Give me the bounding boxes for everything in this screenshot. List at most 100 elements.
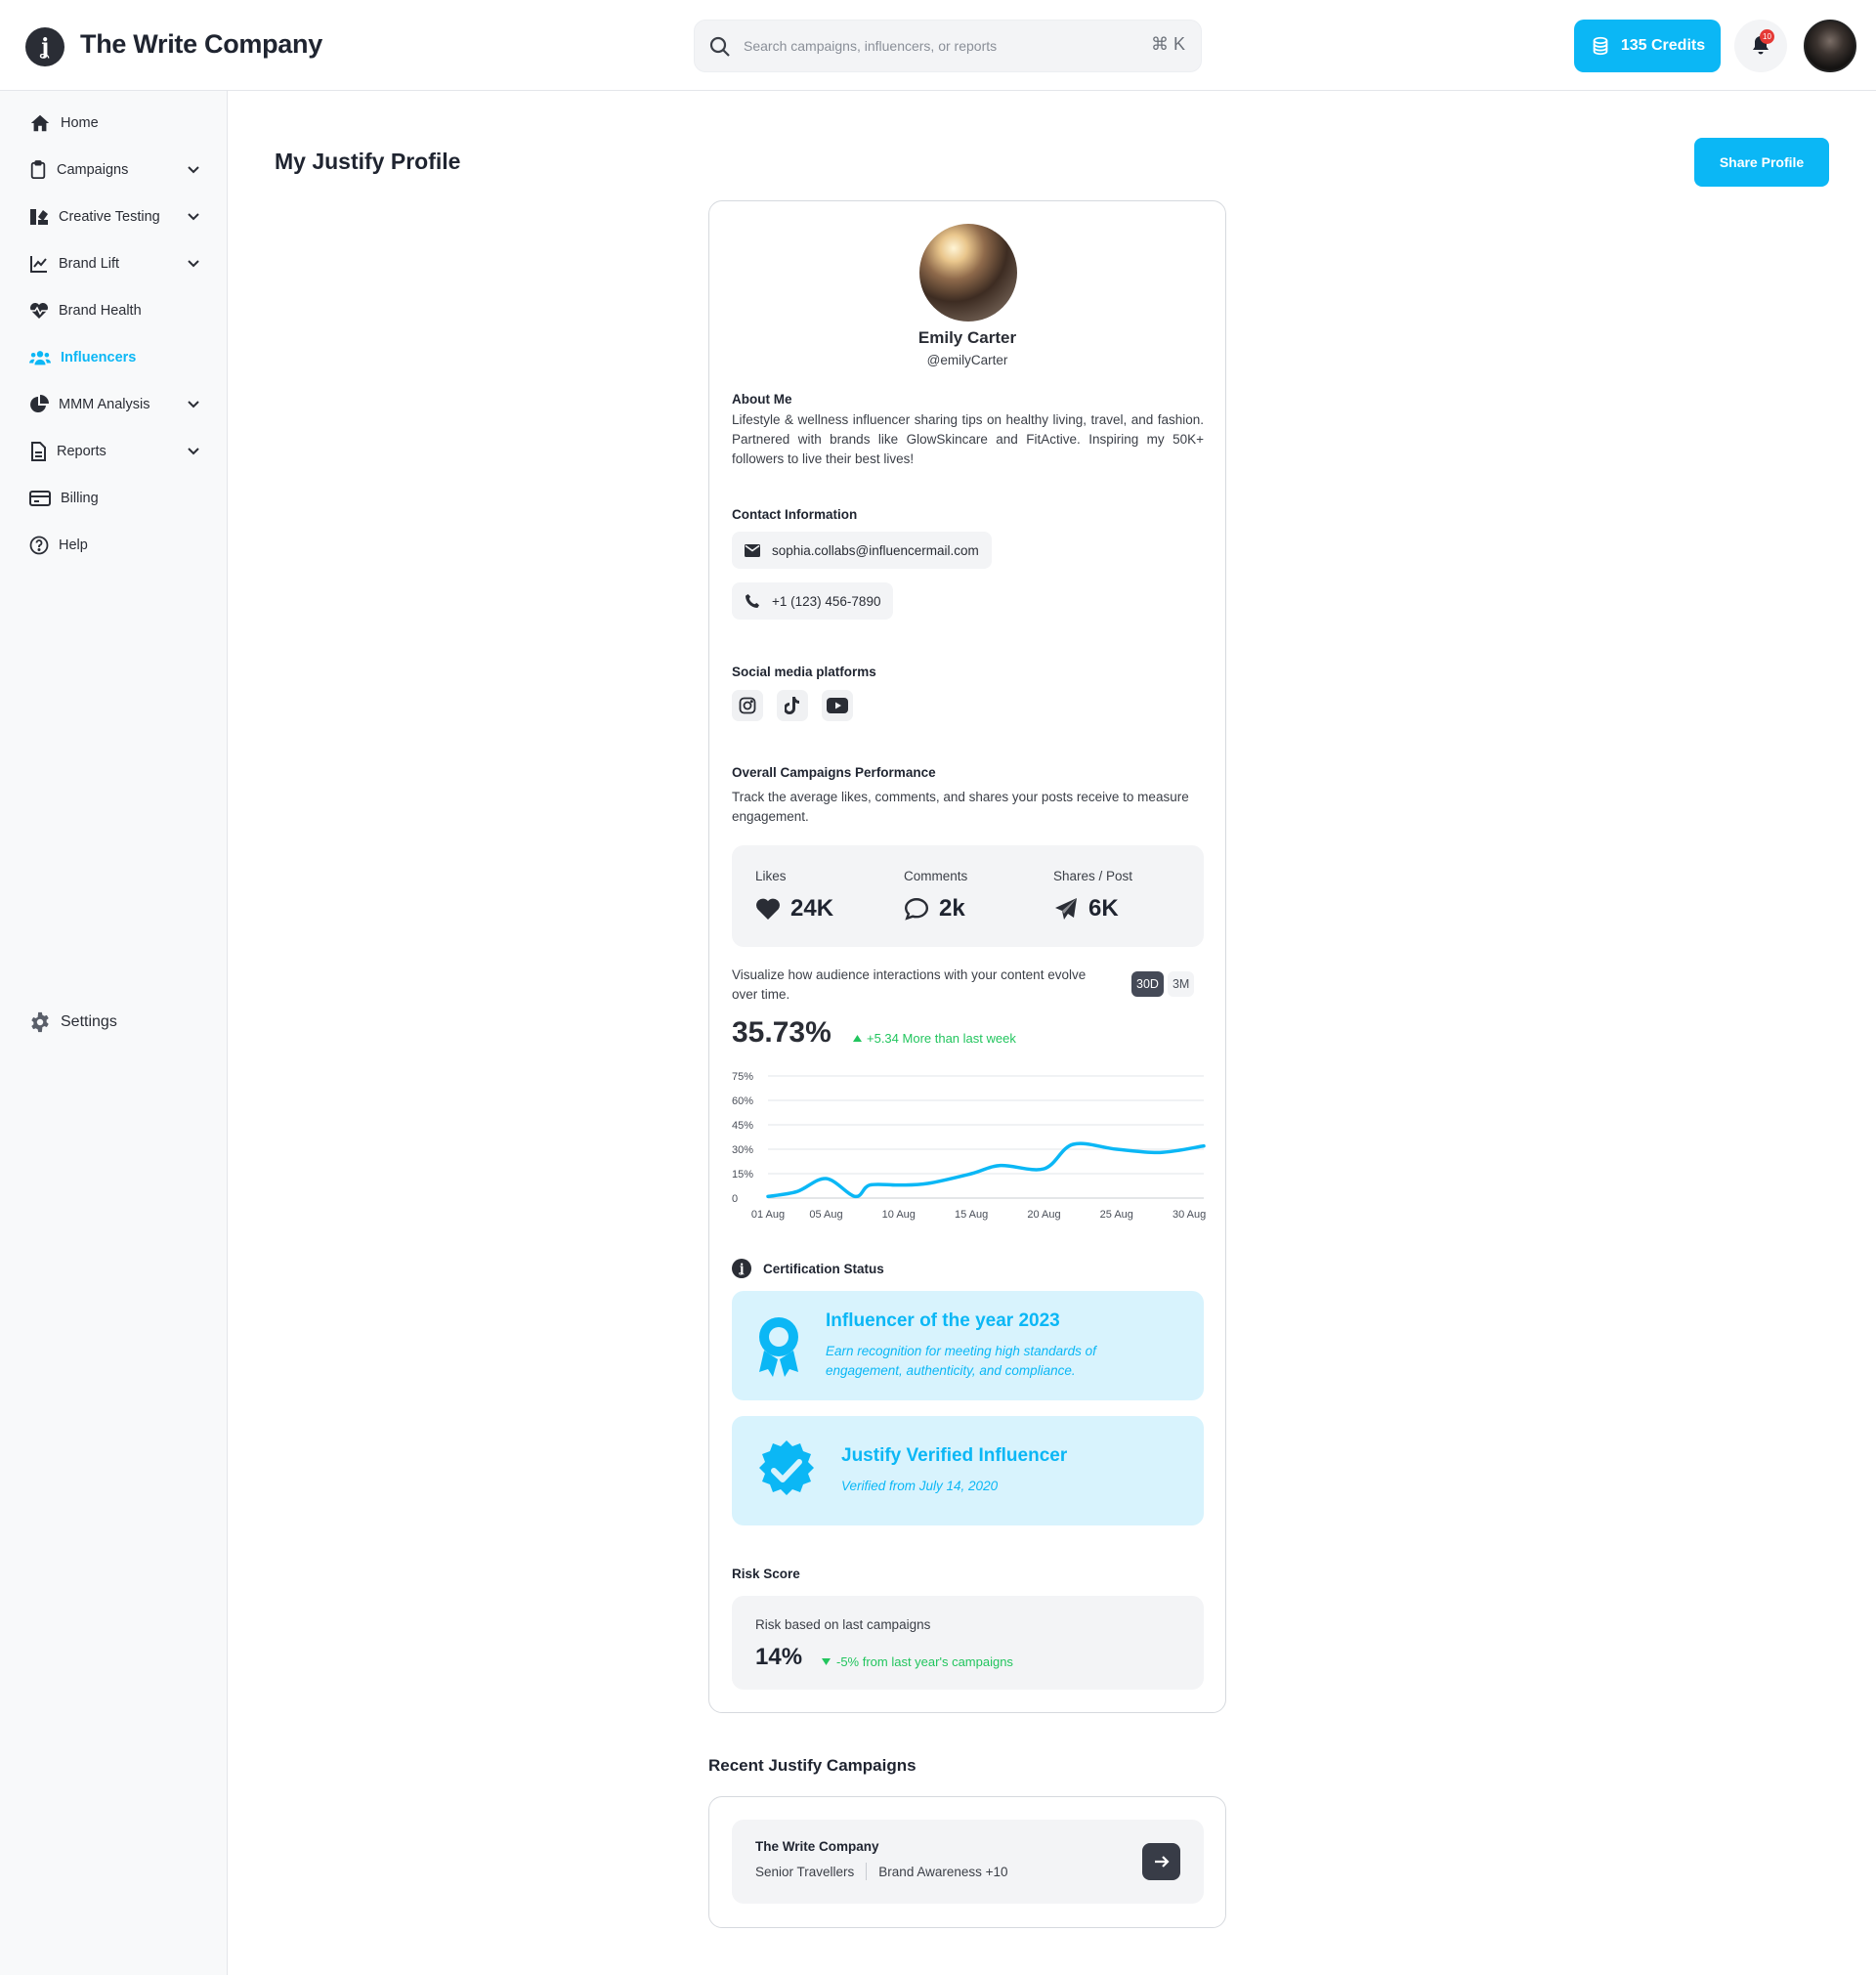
users-icon (29, 351, 51, 365)
chevron-down-icon[interactable] (187, 162, 200, 176)
y-tick-label: 75% (732, 1071, 753, 1083)
range-toggle: 30D 3M (1131, 971, 1195, 997)
sidebar-item-label: Brand Health (59, 303, 142, 319)
stat-label: Shares / Post (1053, 869, 1133, 883)
phone-icon (746, 594, 759, 608)
sidebar-item-reports[interactable]: Reports (29, 437, 200, 466)
chevron-down-icon[interactable] (187, 209, 200, 223)
y-tick-label: 30% (732, 1144, 753, 1156)
company-name: The Write Company (80, 29, 322, 59)
youtube-button[interactable] (822, 690, 853, 721)
x-tick-label: 10 Aug (882, 1209, 916, 1221)
verification-subtitle: Verified from July 14, 2020 (841, 1479, 999, 1493)
x-tick-label: 25 Aug (1100, 1209, 1133, 1221)
certification-title: Influencer of the year 2023 (826, 1310, 1060, 1331)
about-text: Lifestyle & wellness influencer sharing … (732, 412, 1204, 466)
sidebar-item-brand-health[interactable]: Brand Health (29, 296, 200, 325)
help-circle-icon (29, 536, 49, 555)
certification-header: ʝ Certification Status (732, 1259, 884, 1278)
chevron-down-icon[interactable] (187, 397, 200, 410)
open-campaign-button[interactable] (1142, 1843, 1180, 1880)
search-shortcut: ⌘ K (1150, 34, 1185, 54)
user-avatar[interactable] (1804, 20, 1856, 72)
phone-value: +1 (123) 456-7890 (772, 593, 881, 609)
engagement-delta-text: +5.34 More than last week (867, 1031, 1016, 1046)
performance-stats: Likes 24K Comments 2k Shares / Post 6K (732, 845, 1204, 947)
sidebar-item-creative-testing[interactable]: Creative Testing (29, 202, 200, 232)
sidebar-item-influencers[interactable]: Influencers (29, 343, 200, 372)
range-30d-button[interactable]: 30D (1131, 971, 1164, 997)
pie-chart-icon (30, 395, 49, 412)
range-3m-button[interactable]: 3M (1167, 971, 1195, 997)
y-tick-label: 0 (732, 1193, 738, 1205)
recent-campaigns-title: Recent Justify Campaigns (708, 1756, 917, 1775)
sidebar-item-label: Help (59, 537, 88, 553)
performance-description: Track the average likes, comments, and s… (732, 790, 1189, 824)
credit-card-icon (29, 491, 51, 506)
sidebar-item-billing[interactable]: Billing (29, 484, 200, 513)
campaign-meta: Senior Travellers Brand Awareness +10 (755, 1863, 1008, 1880)
heart-icon (756, 898, 780, 920)
company-logo-icon[interactable]: ʝ (25, 27, 64, 66)
verified-badge-icon (759, 1440, 814, 1495)
tiktok-button[interactable] (777, 690, 808, 721)
sidebar-item-mmm-analysis[interactable]: MMM Analysis (29, 390, 200, 419)
sidebar-item-label: Reports (57, 444, 107, 459)
creative-testing-icon (30, 209, 48, 225)
campaign-company: The Write Company (755, 1839, 879, 1854)
engagement-line-chart: 0 15% 30% 45% 60% 75% 01 Aug 05 Aug 10 Aug 15 Aug… (732, 1071, 1206, 1221)
sidebar-item-settings[interactable]: Settings (29, 1008, 200, 1037)
x-tick-label: 05 Aug (809, 1209, 842, 1221)
share-profile-button[interactable]: Share Profile (1694, 138, 1829, 187)
clipboard-icon (30, 160, 46, 179)
tiktok-icon (785, 697, 799, 714)
stat-label: Comments (904, 869, 968, 883)
campaign-row[interactable]: The Write Company Senior Travellers Bran… (732, 1820, 1204, 1904)
settings-label: Settings (61, 1013, 117, 1030)
sidebar-item-help[interactable]: Help (29, 531, 200, 560)
y-tick-label: 15% (732, 1169, 753, 1181)
sidebar-item-campaigns[interactable]: Campaigns (29, 155, 200, 185)
performance-label: Overall Campaigns Performance (732, 765, 936, 780)
search-box[interactable]: Search campaigns, influencers, or report… (694, 20, 1202, 72)
recent-campaigns-card: The Write Company Senior Travellers Bran… (708, 1796, 1226, 1928)
profile-name: Emily Carter (917, 328, 1017, 347)
y-tick-label: 60% (732, 1095, 753, 1107)
sidebar-item-label: Campaigns (57, 162, 129, 178)
risk-caption: Risk based on last campaigns (755, 1617, 931, 1632)
sidebar-item-label: Home (61, 115, 99, 131)
credits-label: 135 Credits (1620, 37, 1706, 54)
send-icon (1055, 898, 1077, 920)
instagram-icon (739, 697, 756, 714)
sidebar-item-home[interactable]: Home (29, 108, 200, 138)
heart-pulse-icon (30, 303, 48, 319)
justify-logo-icon: ʝ (732, 1259, 751, 1278)
coins-icon (1593, 36, 1608, 56)
sidebar-item-label: Creative Testing (59, 209, 160, 225)
risk-label: Risk Score (732, 1567, 800, 1581)
stat-likes: Likes 24K (755, 869, 833, 923)
sidebar-item-label: Influencers (61, 350, 137, 365)
search-icon (709, 36, 730, 57)
stat-label: Likes (755, 869, 787, 883)
email-chip[interactable]: sophia.collabs@influencermail.com (732, 532, 992, 569)
chevron-down-icon[interactable] (187, 444, 200, 457)
sidebar-item-label: Brand Lift (59, 256, 120, 272)
x-tick-label: 01 Aug (751, 1209, 785, 1221)
instagram-button[interactable] (732, 690, 763, 721)
social-label: Social media platforms (732, 665, 876, 679)
verification-title: Justify Verified Influencer (841, 1445, 1068, 1466)
email-value: sophia.collabs@influencermail.com (772, 542, 979, 558)
sidebar-item-brand-lift[interactable]: Brand Lift (29, 249, 200, 279)
chevron-down-icon[interactable] (187, 256, 200, 270)
search-input[interactable]: Search campaigns, influencers, or report… (744, 38, 997, 54)
notifications-button[interactable]: 10 (1734, 20, 1787, 72)
home-icon (30, 114, 50, 132)
mail-icon (745, 543, 760, 557)
campaign-objective: Brand Awareness +10 (878, 1864, 1008, 1879)
stat-value: 24K (790, 895, 834, 922)
x-tick-label: 20 Aug (1027, 1209, 1060, 1221)
credits-button[interactable]: 135 Credits (1574, 20, 1721, 72)
triangle-down-icon (822, 1658, 831, 1665)
phone-chip[interactable]: +1 (123) 456-7890 (732, 582, 894, 620)
